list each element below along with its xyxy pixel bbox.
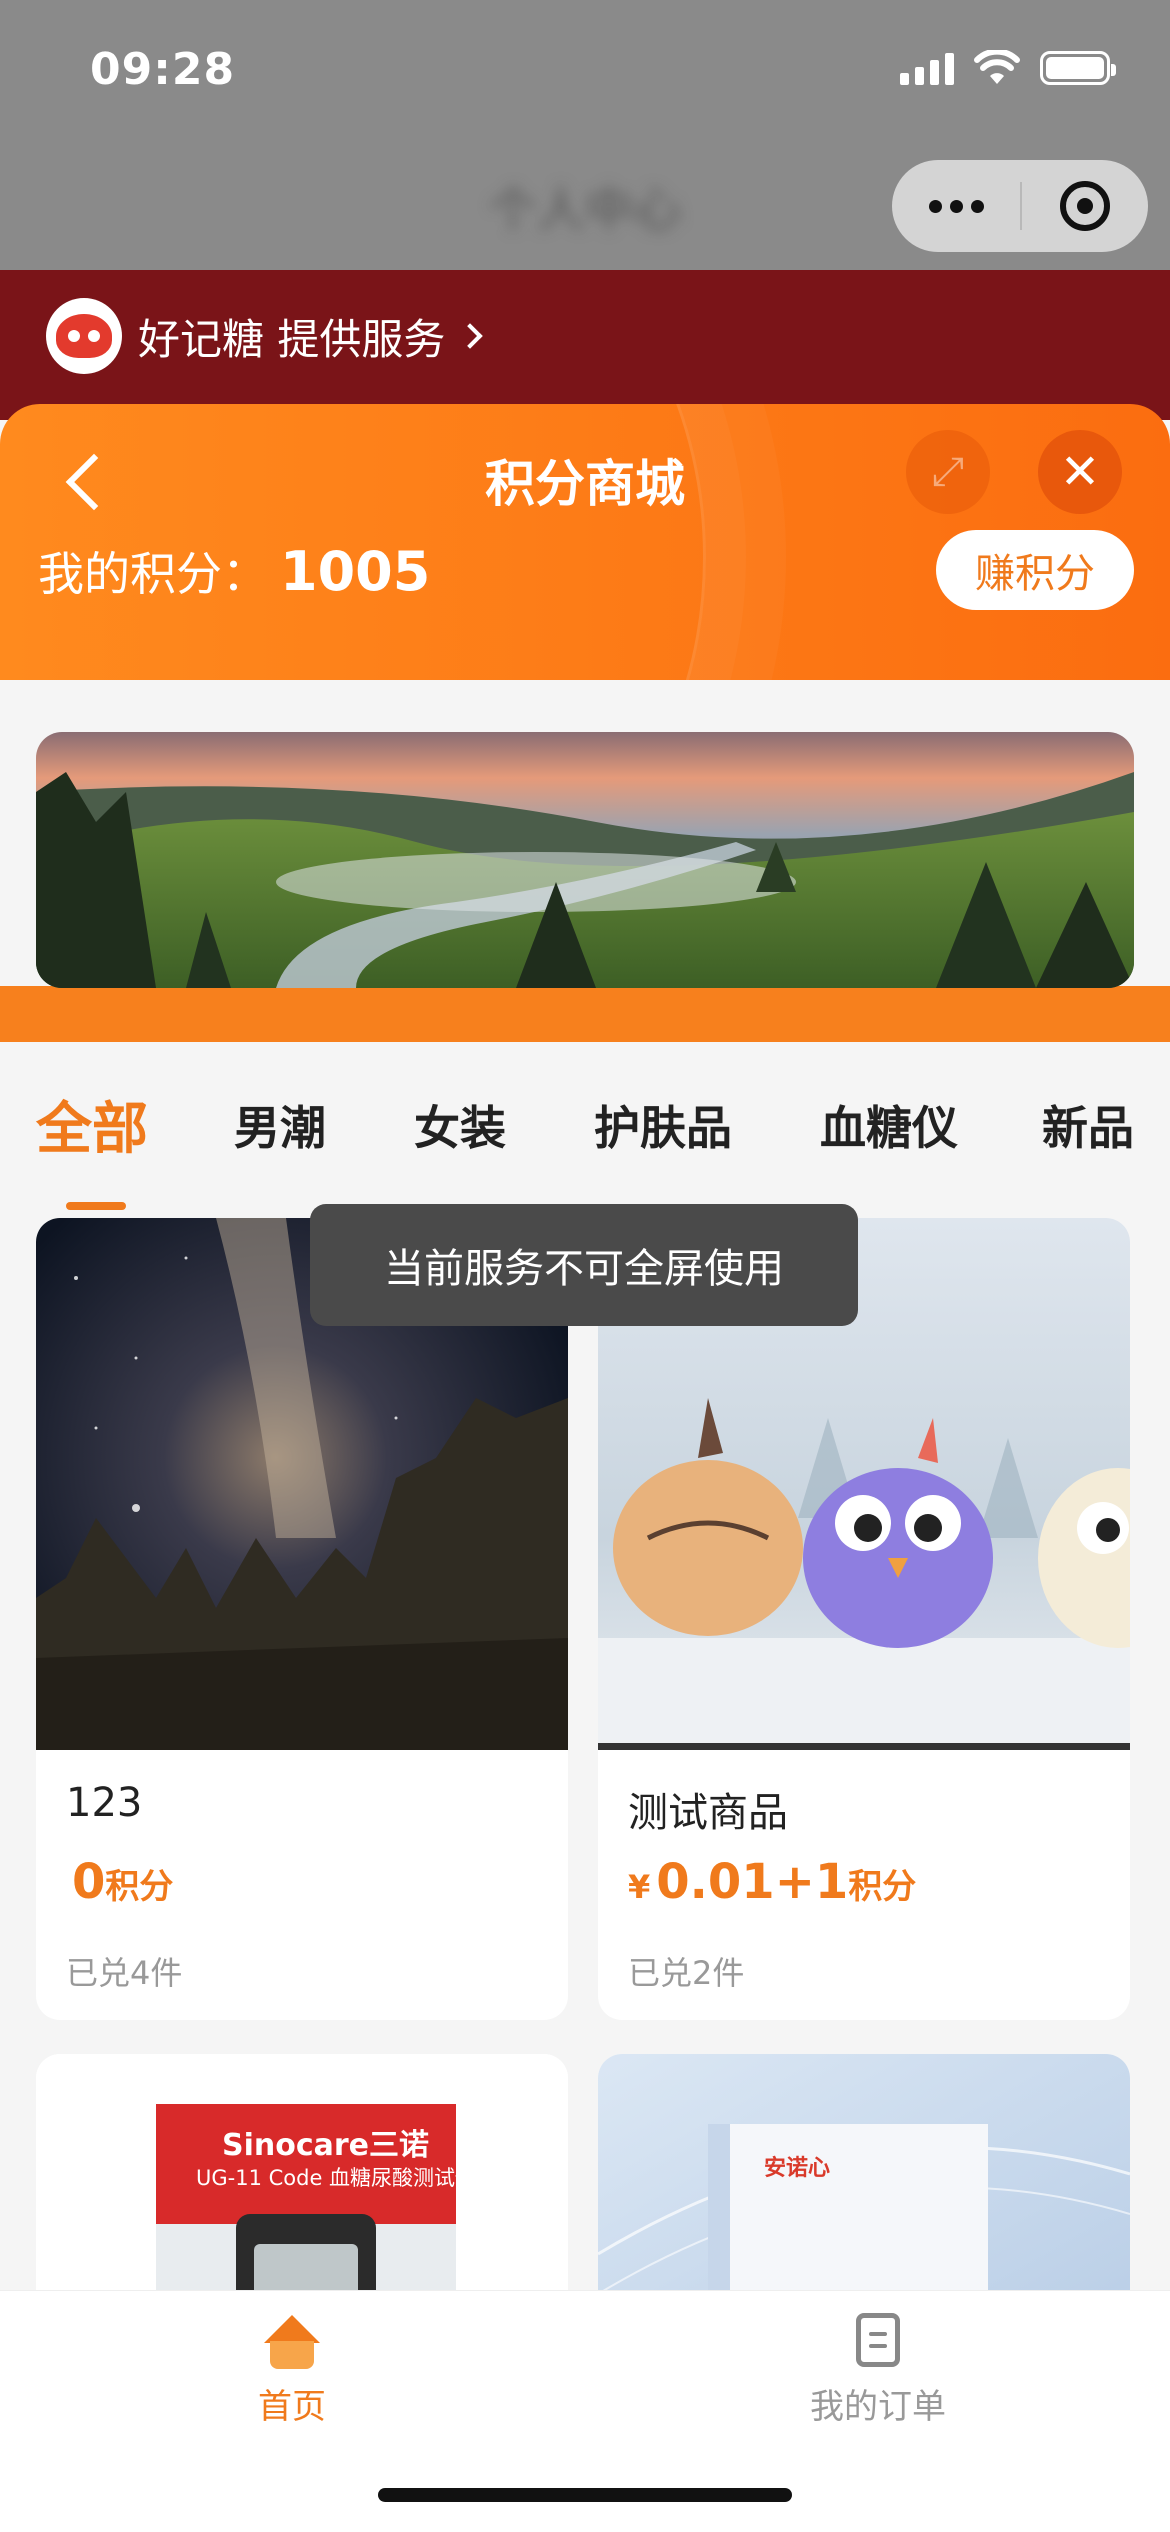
product-price: 0 积分 xyxy=(66,1854,173,1910)
status-time: 09:28 xyxy=(90,44,236,95)
sinocare-brand-text: Sinocare三诺 xyxy=(222,2128,430,2163)
product-name: 123 xyxy=(66,1780,143,1826)
target-icon[interactable] xyxy=(1022,160,1148,252)
product-card[interactable]: 测试商品 ¥ 0.01+1 积分 已兑2件 xyxy=(598,1218,1130,2020)
home-indicator xyxy=(378,2488,792,2502)
earn-points-button[interactable]: 赚积分 xyxy=(936,530,1134,610)
tab-skincare[interactable]: 护肤品 xyxy=(594,1092,732,1158)
category-tabs: 全部 男潮 女装 护肤品 血糖仪 新品 xyxy=(0,1042,1170,1210)
tabbar-orders[interactable]: 我的订单 xyxy=(728,2311,1028,2428)
signal-icon xyxy=(900,51,954,85)
product-sold-count: 已兑4件 xyxy=(66,1954,183,1992)
price-value: 0 xyxy=(72,1854,106,1910)
chevron-right-icon xyxy=(457,323,484,349)
price-unit: 积分 xyxy=(848,1867,917,1907)
my-points: 我的积分： 1005 xyxy=(38,538,430,604)
product-sold-count: 已兑2件 xyxy=(628,1954,745,1992)
product-card[interactable]: 123 0 积分 已兑4件 xyxy=(36,1218,568,2020)
status-bar: 09:28 xyxy=(0,0,1170,130)
home-icon xyxy=(262,2311,322,2371)
provider-text: 好记糖 提供服务 xyxy=(138,314,446,364)
tab-new[interactable]: 新品 xyxy=(1042,1092,1134,1158)
provider-link[interactable]: 好记糖 提供服务 xyxy=(46,298,484,374)
mall-content: 全部 男潮 女装 护肤品 血糖仪 新品 123 0 积分 已兑4件 测试商品 ¥… xyxy=(0,680,1170,2354)
battery-icon xyxy=(1040,51,1116,85)
tabbar-orders-label: 我的订单 xyxy=(810,2387,946,2427)
tab-women[interactable]: 女装 xyxy=(414,1092,506,1158)
tab-glucose-meter[interactable]: 血糖仪 xyxy=(820,1092,958,1158)
wifi-icon xyxy=(974,50,1020,84)
expand-button[interactable]: ⤢ xyxy=(906,430,990,514)
tab-men[interactable]: 男潮 xyxy=(234,1092,326,1158)
toast-message: 当前服务不可全屏使用 xyxy=(310,1204,858,1326)
tabbar-home-label: 首页 xyxy=(258,2387,326,2427)
points-value: 1005 xyxy=(280,540,431,603)
close-button[interactable]: ✕ xyxy=(1038,430,1122,514)
more-icon[interactable] xyxy=(892,160,1020,252)
sinocare-model-text: UG-11 Code 血糖尿酸测试仪 xyxy=(196,2166,477,2190)
banner-orange-strip xyxy=(0,986,1170,1042)
tabbar-home[interactable]: 首页 xyxy=(142,2311,442,2428)
close-icon: ✕ xyxy=(1059,444,1101,500)
miniprogram-capsule xyxy=(892,160,1148,252)
provider-logo xyxy=(46,298,122,374)
product-price: ¥ 0.01+1 积分 xyxy=(628,1854,916,1910)
mall-header: 积分商城 ⤢ ✕ 我的积分： 1005 赚积分 xyxy=(0,404,1170,680)
price-currency: ¥ xyxy=(628,1868,651,1906)
anuoxin-brand-text: 安诺心 xyxy=(764,2156,831,2181)
status-icons xyxy=(900,50,1116,86)
price-unit: 积分 xyxy=(105,1867,174,1907)
tab-active-indicator xyxy=(66,1202,126,1210)
product-name: 测试商品 xyxy=(628,1790,788,1836)
expand-icon: ⤢ xyxy=(932,449,964,495)
tab-all[interactable]: 全部 xyxy=(36,1084,148,1165)
price-value: 0.01+1 xyxy=(656,1854,849,1910)
points-label: 我的积分： xyxy=(38,547,268,601)
banner-image[interactable] xyxy=(36,732,1134,988)
order-icon xyxy=(848,2311,908,2371)
page-title: 积分商城 xyxy=(485,455,685,513)
